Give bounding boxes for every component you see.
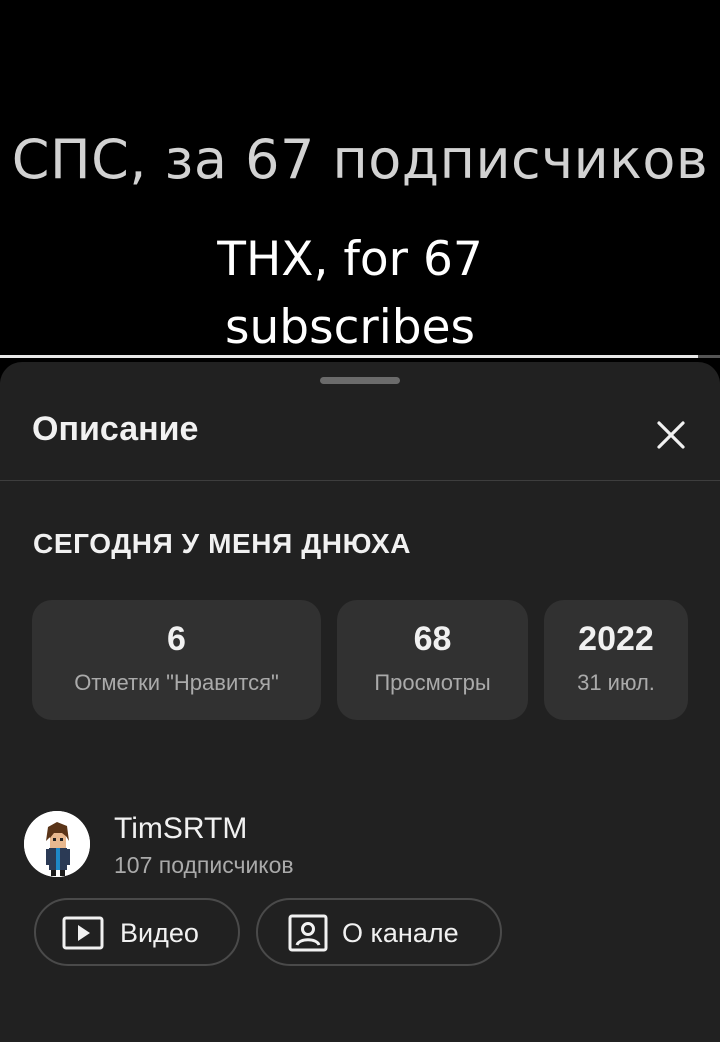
close-icon — [657, 421, 685, 449]
likes-label: Отметки "Нравится" — [74, 670, 279, 695]
about-channel-button[interactable]: О канале — [256, 898, 502, 966]
videos-button-label: Видео — [120, 918, 199, 948]
publish-date: 31 июл. — [577, 670, 655, 695]
publish-year: 2022 — [578, 620, 654, 658]
close-button[interactable] — [648, 412, 694, 458]
video-caption-english: THX, for 67 subscribes — [217, 232, 483, 355]
channel-subscriber-count: 107 подписчиков — [114, 852, 294, 878]
video-player[interactable]: СПС, за 67 подписчиков THX, for 67 subsc… — [0, 0, 720, 358]
views-stat: 68 Просмотры — [337, 600, 528, 720]
video-progress-bar[interactable] — [0, 355, 720, 358]
views-label: Просмотры — [374, 670, 491, 695]
likes-count: 6 — [167, 620, 186, 658]
play-box-icon — [62, 916, 104, 950]
sheet-drag-handle[interactable] — [320, 377, 400, 384]
videos-button[interactable]: Видео — [34, 898, 240, 966]
avatar[interactable] — [24, 811, 90, 877]
person-box-icon — [288, 914, 328, 952]
sheet-divider — [0, 480, 720, 481]
video-caption-russian: СПС, за 67 подписчиков — [11, 128, 709, 191]
sheet-title: Описание — [32, 410, 199, 448]
date-stat: 2022 31 июл. — [544, 600, 688, 720]
about-channel-button-label: О канале — [342, 918, 459, 948]
description-sheet: Описание СЕГОДНЯ У МЕНЯ ДНЮХА 6 Отметки … — [0, 362, 720, 1042]
likes-stat: 6 Отметки "Нравится" — [32, 600, 321, 720]
video-title: СЕГОДНЯ У МЕНЯ ДНЮХА — [33, 528, 412, 559]
channel-row[interactable]: TimSRTM 107 подписчиков — [24, 808, 524, 878]
views-count: 68 — [413, 620, 452, 658]
video-progress-fill — [0, 355, 699, 358]
channel-name: TimSRTM — [114, 812, 248, 845]
channel-avatar-image — [24, 811, 90, 877]
